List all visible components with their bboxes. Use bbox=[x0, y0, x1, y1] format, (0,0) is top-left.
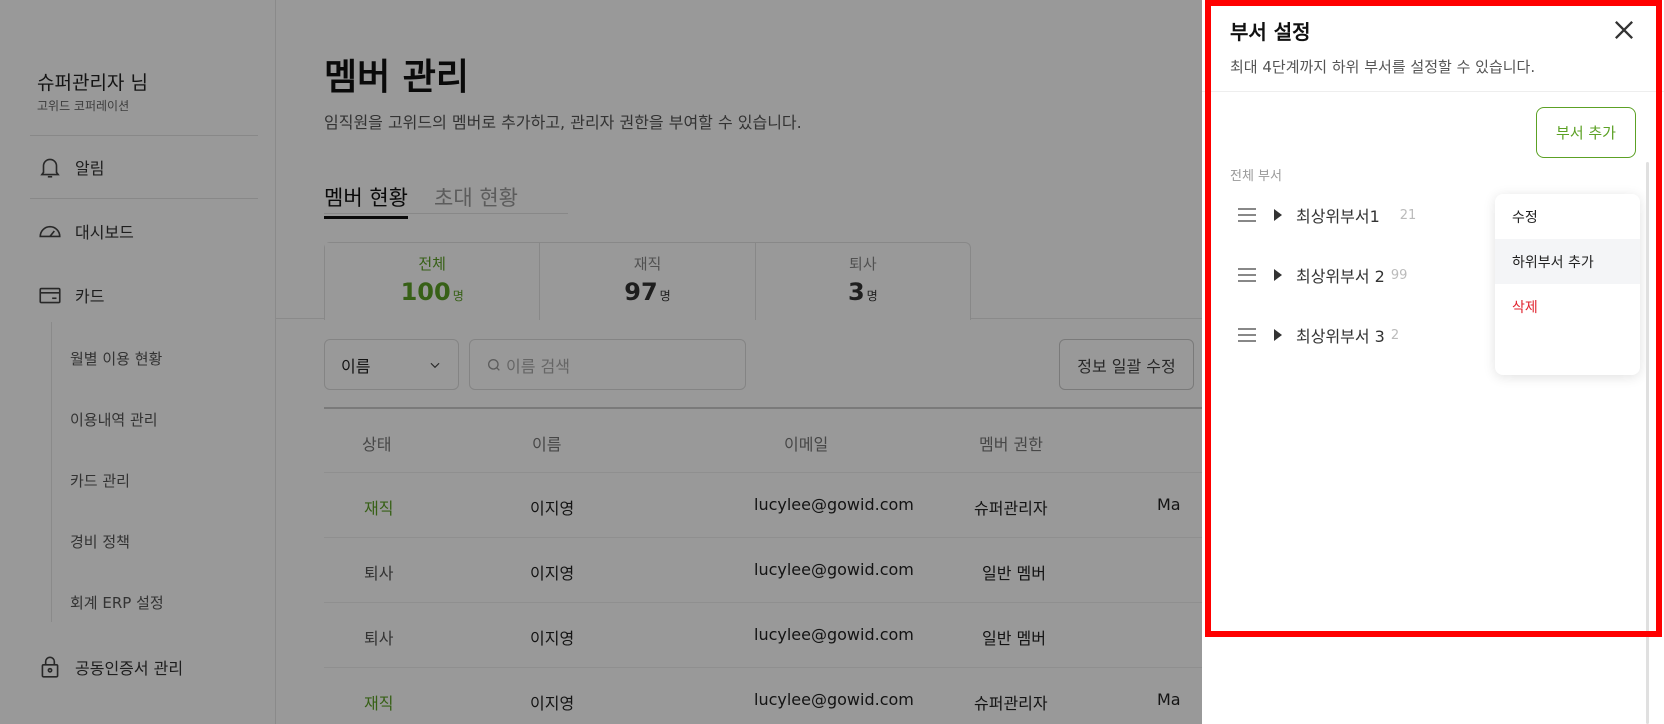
department-name: 최상위부서 2 bbox=[1296, 267, 1385, 286]
department-row[interactable]: 최상위부서 2 99 bbox=[1238, 260, 1407, 290]
drawer-title: 부서 설정 bbox=[1230, 20, 1311, 44]
department-context-menu: 수정 하위부서 추가 삭제 bbox=[1495, 194, 1640, 375]
department-settings-drawer: 부서 설정 최대 4단계까지 하위 부서를 설정할 수 있습니다. 부서 추가 … bbox=[1202, 0, 1664, 724]
menu-item-edit[interactable]: 수정 bbox=[1495, 194, 1640, 239]
close-icon[interactable] bbox=[1610, 16, 1638, 44]
department-member-count: 2 bbox=[1390, 327, 1400, 343]
department-name: 최상위부서 3 bbox=[1296, 327, 1385, 346]
menu-item-delete[interactable]: 삭제 bbox=[1495, 284, 1640, 329]
expand-caret-icon[interactable] bbox=[1274, 269, 1282, 281]
drag-handle-icon[interactable] bbox=[1238, 328, 1256, 342]
modal-backdrop[interactable] bbox=[0, 0, 1202, 724]
department-member-count: 21 bbox=[1399, 207, 1417, 223]
drag-handle-icon[interactable] bbox=[1238, 268, 1256, 282]
department-row[interactable]: 최상위부서1 21 bbox=[1238, 200, 1416, 230]
drawer-description: 최대 4단계까지 하위 부서를 설정할 수 있습니다. bbox=[1230, 58, 1536, 76]
expand-caret-icon[interactable] bbox=[1274, 329, 1282, 341]
add-department-button[interactable]: 부서 추가 bbox=[1536, 107, 1636, 158]
department-name: 최상위부서1 bbox=[1296, 207, 1380, 226]
all-departments-label: 전체 부서 bbox=[1230, 169, 1282, 184]
drag-handle-icon[interactable] bbox=[1238, 208, 1256, 222]
drawer-scrollbar[interactable] bbox=[1646, 162, 1649, 724]
department-member-count: 99 bbox=[1390, 267, 1408, 283]
expand-caret-icon[interactable] bbox=[1274, 209, 1282, 221]
department-row[interactable]: 최상위부서 3 2 bbox=[1238, 320, 1399, 350]
menu-item-add-subdepartment[interactable]: 하위부서 추가 bbox=[1495, 239, 1640, 284]
drawer-divider bbox=[1202, 91, 1664, 92]
